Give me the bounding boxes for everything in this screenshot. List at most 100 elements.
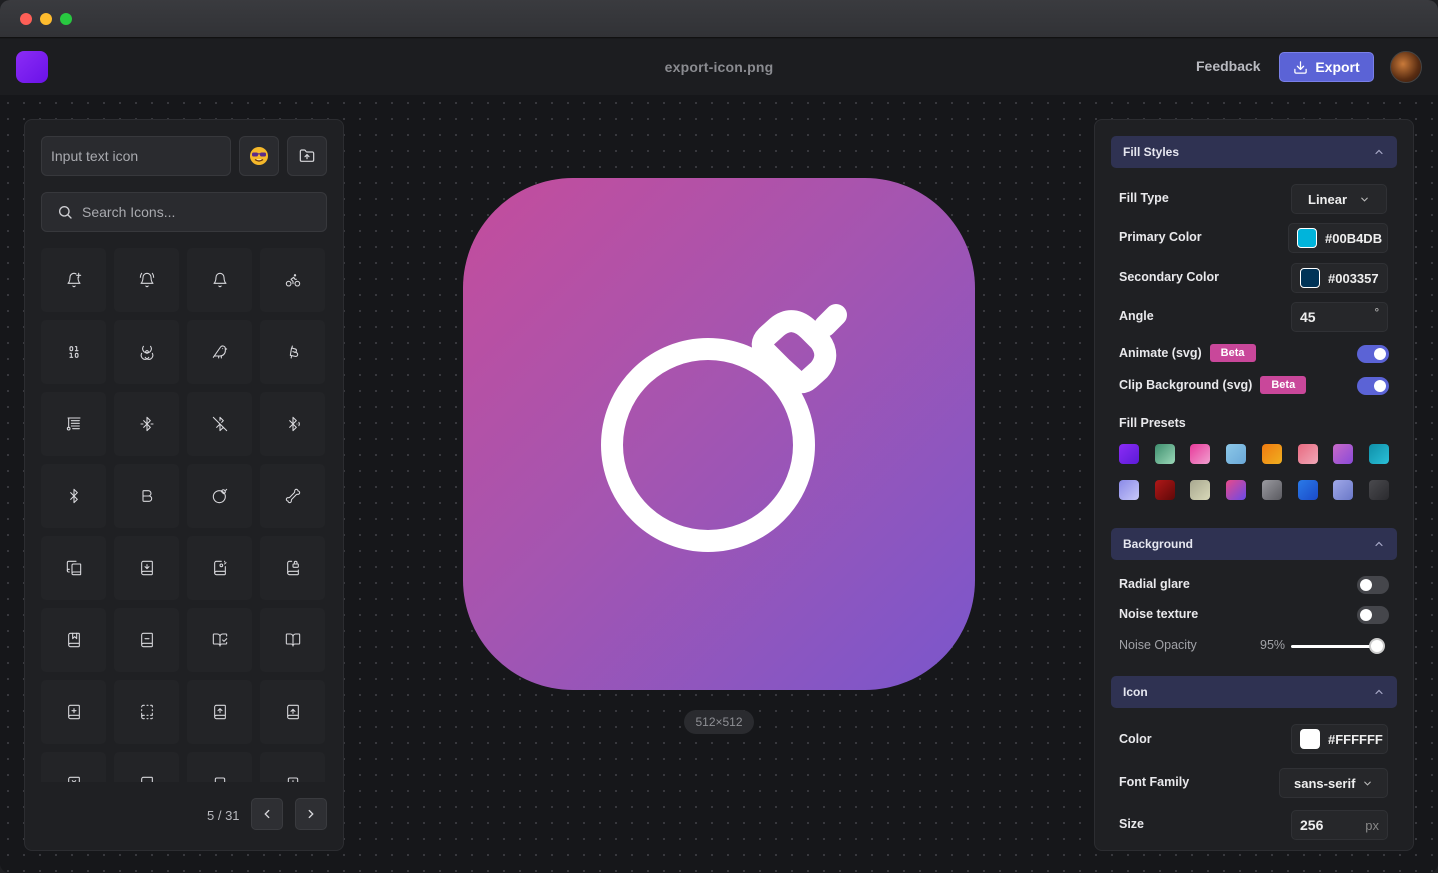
text-icon-input[interactable] [41,136,231,176]
icon-cell[interactable] [41,680,106,744]
fill-preset-swatch[interactable] [1190,444,1211,464]
fill-preset-swatch[interactable] [1297,444,1318,464]
icon-cell[interactable] [41,320,106,384]
icon-cell[interactable] [260,320,325,384]
maximize-window-button[interactable] [60,13,72,25]
fill-preset-swatch[interactable] [1119,480,1139,500]
icon-search-box[interactable] [41,192,327,232]
book-down-icon [140,560,153,576]
fill-preset-swatch[interactable] [1261,480,1282,500]
radial-glare-toggle[interactable] [1357,576,1389,594]
fill-preset-swatch[interactable] [1368,480,1389,500]
emoji-button[interactable] [239,136,279,176]
fill-preset-swatch[interactable] [1226,480,1247,500]
fill-preset-swatch[interactable] [1261,444,1282,464]
icon-cell[interactable] [260,680,325,744]
fill-preset-swatch[interactable] [1368,444,1389,464]
icon-color-picker[interactable]: #FFFFFF [1291,724,1388,754]
fill-styles-header[interactable]: Fill Styles [1111,136,1397,168]
fill-preset-swatch[interactable] [1119,444,1139,464]
icon-cell[interactable] [187,248,252,312]
font-family-select[interactable]: sans-serif [1279,768,1388,798]
biohazard-icon [140,345,153,360]
icon-cell[interactable] [260,248,325,312]
icon-cell[interactable] [114,608,179,672]
close-window-button[interactable] [20,13,32,25]
icon-cell[interactable] [187,752,252,782]
user-avatar[interactable] [1390,51,1422,83]
icon-cell[interactable] [187,680,252,744]
angle-input[interactable]: 45 ° [1291,302,1388,332]
bluetooth-off-icon [212,416,227,432]
chevron-left-icon [264,809,270,819]
icon-cell[interactable] [260,752,325,782]
icon-cell[interactable] [187,392,252,456]
icon-search-input[interactable] [82,204,302,220]
icon-cell[interactable] [41,752,106,782]
icon-cell[interactable] [114,392,179,456]
noise-opacity-slider[interactable] [1291,645,1377,648]
export-button[interactable]: Export [1279,52,1374,82]
icon-size-input[interactable]: 256 px [1291,810,1388,840]
fill-preset-swatch[interactable] [1297,480,1318,500]
primary-color-value: #00B4DB [1325,230,1383,246]
icon-preview [463,178,975,690]
bold-icon [141,490,152,502]
bell-plus-icon [66,272,81,288]
icon-cell[interactable] [114,752,179,782]
prev-page-button[interactable] [251,798,283,830]
icon-cell[interactable] [41,536,106,600]
noise-opacity-handle[interactable] [1368,638,1385,654]
upload-folder-button[interactable] [287,136,327,176]
icon-cell[interactable] [41,608,106,672]
icon-cell[interactable] [114,680,179,744]
icon-cell[interactable] [114,320,179,384]
icon-section-header[interactable]: Icon [1111,676,1397,708]
book-dashed-icon [140,704,153,720]
fill-preset-swatch[interactable] [1154,444,1175,464]
book-up-icon [213,704,226,720]
clip-background-toggle[interactable] [1357,377,1389,395]
icon-cell[interactable] [114,536,179,600]
app-window: export-icon.png Feedback Export Input te… [0,0,1438,873]
fill-preset-swatch[interactable] [1154,480,1175,500]
icon-cell[interactable] [260,464,325,528]
icon-cell[interactable] [260,536,325,600]
icon-cell[interactable] [187,464,252,528]
secondary-color-picker[interactable]: #003357 [1291,263,1388,293]
icon-grid [41,248,331,782]
icon-size-unit: px [1365,817,1379,833]
fill-type-select[interactable]: Linear [1291,184,1387,214]
feedback-button[interactable]: Feedback [1196,58,1261,74]
icon-cell[interactable] [187,320,252,384]
fill-preset-swatch[interactable] [1333,444,1354,464]
icon-cell[interactable] [187,536,252,600]
icon-cell[interactable] [187,608,252,672]
noise-texture-toggle[interactable] [1357,606,1389,624]
toggle-knob [1360,609,1372,621]
icon-size-label: Size [1119,817,1145,831]
chevron-up-icon [1375,689,1383,695]
animate-toggle[interactable] [1357,345,1389,363]
size-badge: 512×512 [684,710,754,734]
next-page-button[interactable] [295,798,327,830]
primary-color-picker[interactable]: #00B4DB [1288,223,1388,253]
icon-cell[interactable] [260,608,325,672]
icon-cell[interactable] [41,464,106,528]
book-key-icon [213,560,227,576]
fill-preset-swatch[interactable] [1333,480,1354,500]
radial-glare-label: Radial glare [1119,577,1190,591]
angle-value: 45 [1300,309,1316,325]
minimize-window-button[interactable] [40,13,52,25]
fill-preset-swatch[interactable] [1226,444,1247,464]
background-header[interactable]: Background [1111,528,1397,560]
icon-cell[interactable] [41,248,106,312]
chevron-down-icon [1364,781,1371,786]
icon-cell[interactable] [114,464,179,528]
fill-preset-swatch[interactable] [1190,480,1211,500]
icon-cell[interactable] [260,392,325,456]
icon-cell[interactable] [41,392,106,456]
sunglasses-emoji-icon [250,147,268,165]
icon-cell[interactable] [114,248,179,312]
angle-label: Angle [1119,309,1154,323]
